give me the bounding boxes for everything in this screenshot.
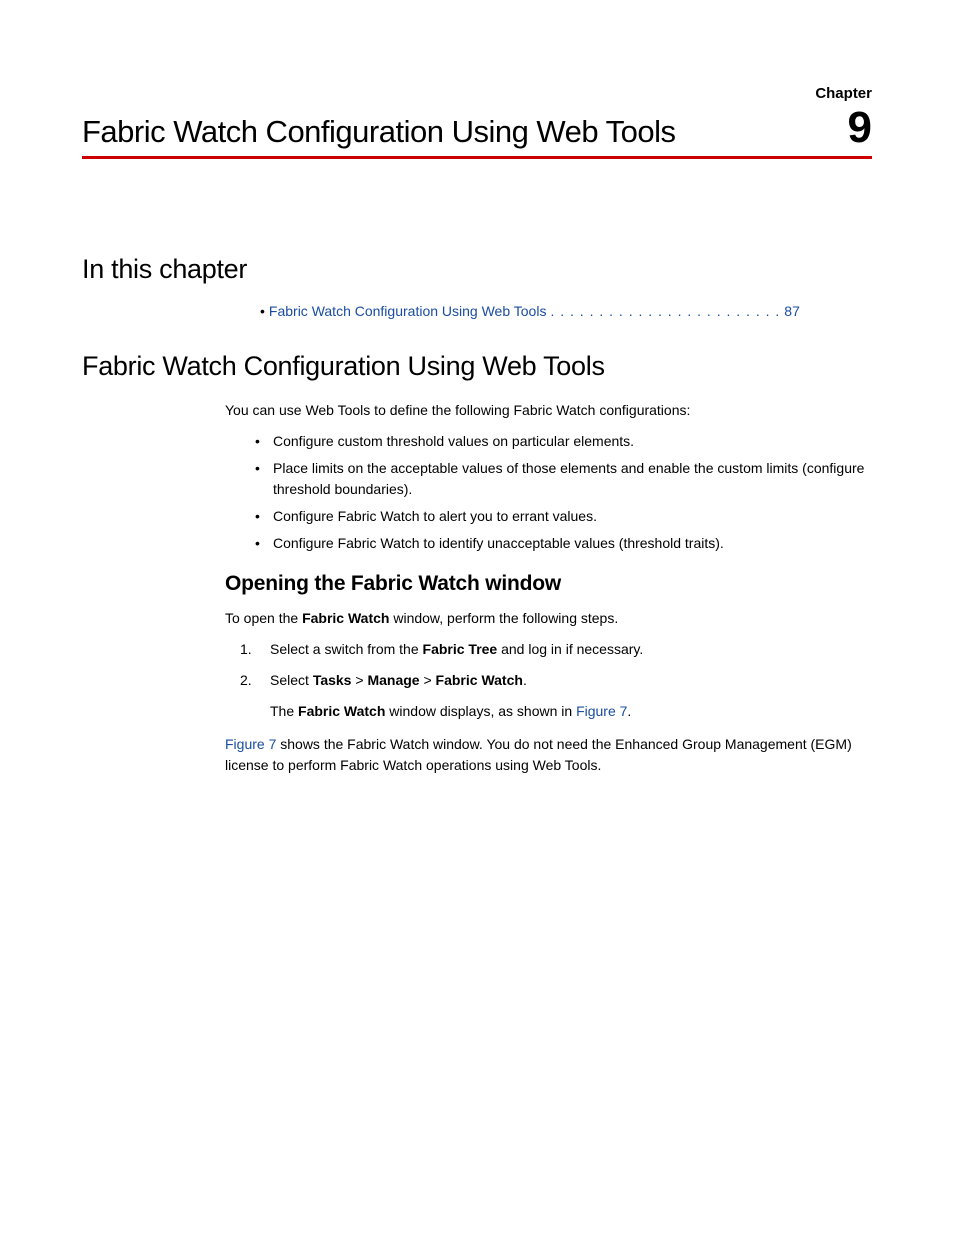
sub-heading-opening: Opening the Fabric Watch window xyxy=(225,572,872,596)
bold-text: Tasks xyxy=(313,672,352,688)
toc-link[interactable]: Fabric Watch Configuration Using Web Too… xyxy=(269,303,547,319)
chapter-label: Chapter xyxy=(815,85,872,102)
figure-link[interactable]: Figure 7 xyxy=(576,703,627,719)
toc-dots: . . . . . . . . . . . . . . . . . . . . … xyxy=(550,303,780,319)
toc-page-number[interactable]: 87 xyxy=(784,303,800,319)
step-item: Select Tasks > Manage > Fabric Watch. xyxy=(240,670,872,691)
bold-text: Manage xyxy=(367,672,419,688)
list-item: Place limits on the acceptable values of… xyxy=(255,458,872,500)
text: and log in if necessary. xyxy=(497,641,643,657)
bold-text: Fabric Tree xyxy=(423,641,498,657)
chapter-title: Fabric Watch Configuration Using Web Too… xyxy=(82,114,676,150)
figure-link[interactable]: Figure 7 xyxy=(225,736,276,752)
steps-list: Select a switch from the Fabric Tree and… xyxy=(240,639,872,691)
text: To open the xyxy=(225,610,302,626)
config-bullet-list: Configure custom threshold values on par… xyxy=(255,431,872,554)
open-intro: To open the Fabric Watch window, perform… xyxy=(225,608,872,629)
text: The xyxy=(270,703,298,719)
intro-text: You can use Web Tools to define the foll… xyxy=(225,400,872,421)
text: window, perform the following steps. xyxy=(389,610,618,626)
bold-text: Fabric Watch xyxy=(298,703,385,719)
list-item: Configure Fabric Watch to identify unacc… xyxy=(255,533,872,554)
toc-bullet: • xyxy=(260,303,265,319)
text: > xyxy=(420,672,436,688)
chapter-number: 9 xyxy=(848,106,872,150)
toc-entry: • Fabric Watch Configuration Using Web T… xyxy=(260,303,872,319)
closing-paragraph: Figure 7 shows the Fabric Watch window. … xyxy=(225,734,872,776)
step-item: Select a switch from the Fabric Tree and… xyxy=(240,639,872,660)
section-heading-main: Fabric Watch Configuration Using Web Too… xyxy=(82,351,872,382)
chapter-header: Fabric Watch Configuration Using Web Too… xyxy=(82,85,872,159)
text: Select xyxy=(270,672,313,688)
text: . xyxy=(627,703,631,719)
text: Select a switch from the xyxy=(270,641,423,657)
text: window displays, as shown in xyxy=(385,703,576,719)
text: > xyxy=(351,672,367,688)
text: shows the Fabric Watch window. You do no… xyxy=(225,736,852,773)
bold-text: Fabric Watch xyxy=(302,610,389,626)
list-item: Configure custom threshold values on par… xyxy=(255,431,872,452)
section-heading-in-this-chapter: In this chapter xyxy=(82,254,872,285)
list-item: Configure Fabric Watch to alert you to e… xyxy=(255,506,872,527)
text: . xyxy=(523,672,527,688)
step-sub-text: The Fabric Watch window displays, as sho… xyxy=(270,701,872,722)
bold-text: Fabric Watch xyxy=(436,672,523,688)
